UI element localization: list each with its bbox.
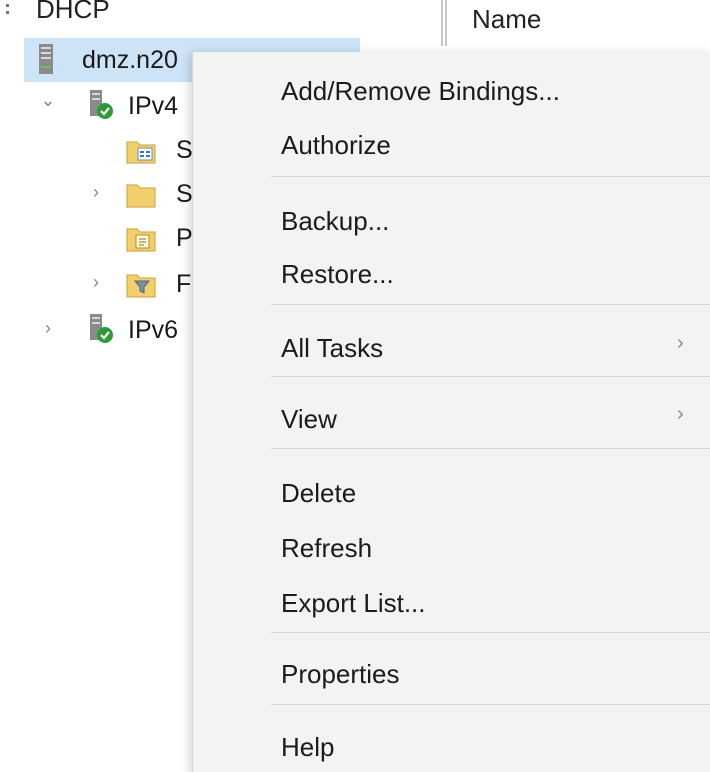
expanded-chevron-icon[interactable]: ⌄ (38, 90, 58, 111)
tree-item-child-1-label: S (176, 135, 193, 164)
server-icon (39, 44, 53, 74)
menu-item-delete[interactable]: Delete (281, 478, 356, 509)
tree-item-child-1[interactable]: S (0, 128, 200, 172)
menu-item-all-tasks[interactable]: All Tasks (281, 333, 383, 364)
ipv6-server-check-icon (90, 314, 113, 343)
menu-separator (271, 632, 710, 633)
tree-item-server-label: dmz.n20 (82, 45, 178, 74)
column-header-name[interactable]: Name (472, 4, 541, 35)
menu-item-restore[interactable]: Restore... (281, 259, 394, 290)
collapsed-chevron-icon[interactable]: › (38, 318, 58, 339)
menu-item-view[interactable]: View (281, 404, 337, 435)
collapsed-chevron-icon[interactable]: › (86, 272, 106, 293)
tree-item-child-4[interactable]: › F (0, 262, 200, 306)
menu-separator (271, 376, 710, 377)
submenu-arrow-icon: › (677, 332, 684, 354)
tree-item-ipv6[interactable]: › IPv6 (0, 308, 200, 352)
menu-item-backup[interactable]: Backup... (281, 206, 389, 237)
menu-item-add-remove-bindings[interactable]: Add/Remove Bindings... (281, 76, 560, 107)
menu-item-export-list[interactable]: Export List... (281, 588, 426, 619)
tree-item-child-3-label: P (176, 223, 193, 252)
folder-icon (126, 184, 156, 208)
tree-item-ipv4[interactable]: ⌄ IPv4 (0, 84, 200, 128)
menu-separator (271, 448, 710, 449)
menu-separator (271, 176, 710, 177)
menu-separator (271, 704, 710, 705)
context-menu: Add/Remove Bindings... Authorize Backup.… (192, 52, 710, 772)
menu-separator (271, 304, 710, 305)
collapsed-chevron-icon[interactable]: › (86, 182, 106, 203)
menu-item-help[interactable]: Help (281, 732, 334, 763)
pane-splitter[interactable] (441, 0, 447, 46)
tree-item-ipv6-label: IPv6 (128, 315, 179, 344)
menu-item-authorize[interactable]: Authorize (281, 130, 391, 161)
tree-root-dhcp[interactable]: DHCP (36, 0, 110, 25)
address-pool-icon (126, 141, 156, 164)
tree-item-child-2[interactable]: › S (0, 172, 200, 216)
tree-item-ipv4-label: IPv4 (128, 91, 179, 120)
tree-item-child-4-label: F (176, 269, 192, 298)
tree-line-icon (6, 4, 9, 14)
submenu-arrow-icon: › (677, 403, 684, 425)
ipv4-server-check-icon (90, 90, 113, 119)
tree-item-child-3[interactable]: P (0, 216, 200, 260)
menu-item-refresh[interactable]: Refresh (281, 533, 372, 564)
filter-folder-icon (126, 274, 156, 298)
menu-item-properties[interactable]: Properties (281, 659, 400, 690)
tree-item-child-2-label: S (176, 179, 193, 208)
policies-folder-icon (126, 228, 156, 252)
